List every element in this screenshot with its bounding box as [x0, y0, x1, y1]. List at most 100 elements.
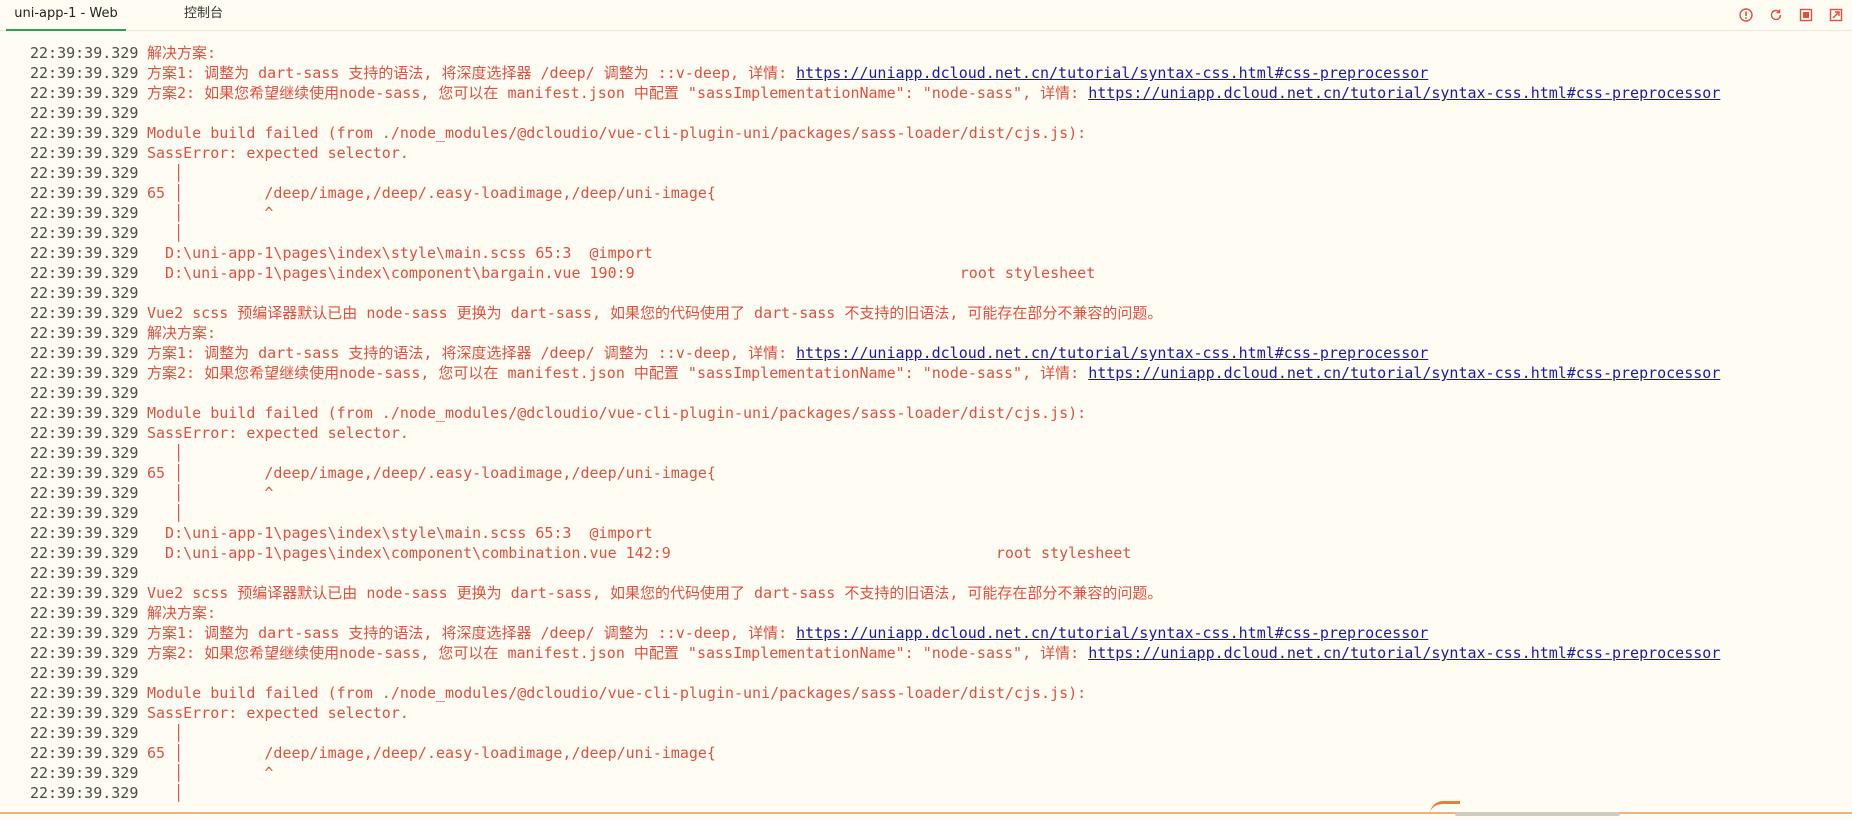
- log-timestamp: 22:39:39.329: [30, 224, 139, 242]
- log-line: 22:39:39.329 │: [0, 503, 1852, 523]
- log-message: │: [147, 163, 183, 183]
- log-line: 22:39:39.329 Vue2 scss 预编译器默认已由 node-sass…: [0, 583, 1852, 603]
- log-message: SassError: expected selector.: [147, 143, 409, 163]
- log-line: 22:39:39.329 方案2: 如果您希望继续使用node-sass, 您可以…: [0, 363, 1852, 383]
- log-line: 22:39:39.329 D:\uni-app-1\pages\index\co…: [0, 263, 1852, 283]
- horizontal-scrollbar[interactable]: [1455, 812, 1620, 816]
- log-timestamp: 22:39:39.329: [30, 44, 139, 62]
- tab-web-preview[interactable]: uni-app-1 - Web: [6, 0, 126, 31]
- log-line: 22:39:39.329 方案1: 调整为 dart-sass 支持的语法, 将深…: [0, 343, 1852, 363]
- log-message: Vue2 scss 预编译器默认已由 node-sass 更换为 dart-sa…: [147, 303, 1162, 323]
- log-line: 22:39:39.329 Module build failed (from ./…: [0, 403, 1852, 423]
- log-message: │: [147, 503, 183, 523]
- log-line: 22:39:39.329 65 │ /deep/image,/deep/.easy…: [0, 743, 1852, 763]
- log-message: │ ^: [147, 483, 273, 503]
- log-timestamp: 22:39:39.329: [30, 604, 139, 622]
- log-message: 方案2: 如果您希望继续使用node-sass, 您可以在 manifest.j…: [147, 643, 1720, 663]
- clear-icon[interactable]: [1826, 5, 1846, 25]
- log-line: 22:39:39.329 解决方案:: [0, 43, 1852, 63]
- log-message: │: [147, 783, 183, 803]
- refresh-icon[interactable]: [1766, 5, 1786, 25]
- log-text: 方案1: 调整为 dart-sass 支持的语法, 将深度选择器 /deep/ …: [147, 624, 797, 642]
- log-text: │ ^: [147, 204, 274, 222]
- doc-link[interactable]: https://uniapp.dcloud.net.cn/tutorial/sy…: [1088, 364, 1720, 382]
- log-text: 65 │ /deep/image,/deep/.easy-loadimage,/…: [147, 184, 716, 202]
- log-text: │ ^: [147, 484, 274, 502]
- log-line: 22:39:39.329 │: [0, 723, 1852, 743]
- log-message: 方案2: 如果您希望继续使用node-sass, 您可以在 manifest.j…: [147, 83, 1720, 103]
- log-text: Vue2 scss 预编译器默认已由 node-sass 更换为 dart-sa…: [147, 304, 1163, 322]
- log-timestamp: 22:39:39.329: [30, 364, 139, 382]
- log-text: D:\uni-app-1\pages\index\style\main.scss…: [147, 524, 653, 542]
- log-timestamp: 22:39:39.329: [30, 284, 139, 302]
- tab-console[interactable]: 控制台: [170, 0, 237, 29]
- log-timestamp: 22:39:39.329: [30, 184, 139, 202]
- log-message: 方案1: 调整为 dart-sass 支持的语法, 将深度选择器 /deep/ …: [147, 623, 1428, 643]
- log-line: 22:39:39.329: [0, 383, 1852, 403]
- log-message: 解决方案:: [147, 603, 216, 623]
- log-line: 22:39:39.329: [0, 283, 1852, 303]
- log-text: D:\uni-app-1\pages\index\component\barga…: [147, 264, 1096, 282]
- log-text: 65 │ /deep/image,/deep/.easy-loadimage,/…: [147, 744, 716, 762]
- log-text: 方案2: 如果您希望继续使用node-sass, 您可以在 manifest.j…: [147, 644, 1089, 662]
- log-timestamp: 22:39:39.329: [30, 204, 139, 222]
- doc-link[interactable]: https://uniapp.dcloud.net.cn/tutorial/sy…: [796, 624, 1428, 642]
- log-line: 22:39:39.329 D:\uni-app-1\pages\index\co…: [0, 543, 1852, 563]
- log-line: 22:39:39.329 方案1: 调整为 dart-sass 支持的语法, 将深…: [0, 623, 1852, 643]
- log-message: D:\uni-app-1\pages\index\component\barga…: [147, 263, 1095, 283]
- log-line: 22:39:39.329 Module build failed (from ./…: [0, 123, 1852, 143]
- log-line: 22:39:39.329 SassError: expected selector…: [0, 703, 1852, 723]
- log-message: Module build failed (from ./node_modules…: [147, 403, 1086, 423]
- doc-link[interactable]: https://uniapp.dcloud.net.cn/tutorial/sy…: [796, 344, 1428, 362]
- log-text: │: [147, 164, 184, 182]
- log-text: 解决方案:: [147, 44, 217, 62]
- log-text: Module build failed (from ./node_modules…: [147, 404, 1087, 422]
- warning-icon[interactable]: [1736, 5, 1756, 25]
- log-line: 22:39:39.329 方案1: 调整为 dart-sass 支持的语法, 将深…: [0, 63, 1852, 83]
- log-line: 22:39:39.329 SassError: expected selector…: [0, 143, 1852, 163]
- tab-bar: uni-app-1 - Web 控制台: [0, 0, 1852, 31]
- log-timestamp: 22:39:39.329: [30, 664, 139, 682]
- log-message: 方案1: 调整为 dart-sass 支持的语法, 将深度选择器 /deep/ …: [147, 343, 1428, 363]
- log-line: 22:39:39.329 │ ^: [0, 763, 1852, 783]
- log-text: SassError: expected selector.: [147, 424, 409, 442]
- log-timestamp: 22:39:39.329: [30, 764, 139, 782]
- doc-link[interactable]: https://uniapp.dcloud.net.cn/tutorial/sy…: [1088, 644, 1720, 662]
- stop-icon[interactable]: [1796, 5, 1816, 25]
- log-timestamp: 22:39:39.329: [30, 144, 139, 162]
- log-message: 解决方案:: [147, 323, 216, 343]
- log-message: Module build failed (from ./node_modules…: [147, 123, 1086, 143]
- log-message: Vue2 scss 预编译器默认已由 node-sass 更换为 dart-sa…: [147, 583, 1162, 603]
- log-timestamp: 22:39:39.329: [30, 64, 139, 82]
- log-line: 22:39:39.329 │: [0, 163, 1852, 183]
- doc-link[interactable]: https://uniapp.dcloud.net.cn/tutorial/sy…: [1088, 84, 1720, 102]
- log-timestamp: 22:39:39.329: [30, 724, 139, 742]
- log-timestamp: 22:39:39.329: [30, 564, 139, 582]
- log-timestamp: 22:39:39.329: [30, 444, 139, 462]
- log-text: Module build failed (from ./node_modules…: [147, 684, 1087, 702]
- log-timestamp: 22:39:39.329: [30, 464, 139, 482]
- log-line: 22:39:39.329 D:\uni-app-1\pages\index\st…: [0, 243, 1852, 263]
- log-timestamp: 22:39:39.329: [30, 644, 139, 662]
- log-line: 22:39:39.329 │ ^: [0, 203, 1852, 223]
- log-timestamp: 22:39:39.329: [30, 324, 139, 342]
- log-timestamp: 22:39:39.329: [30, 484, 139, 502]
- log-message: 65 │ /deep/image,/deep/.easy-loadimage,/…: [147, 183, 716, 203]
- log-timestamp: 22:39:39.329: [30, 784, 139, 802]
- log-text: 方案2: 如果您希望继续使用node-sass, 您可以在 manifest.j…: [147, 84, 1089, 102]
- log-text: Vue2 scss 预编译器默认已由 node-sass 更换为 dart-sa…: [147, 584, 1163, 602]
- doc-link[interactable]: https://uniapp.dcloud.net.cn/tutorial/sy…: [796, 64, 1428, 82]
- log-line: 22:39:39.329 │ ^: [0, 483, 1852, 503]
- log-text: 方案2: 如果您希望继续使用node-sass, 您可以在 manifest.j…: [147, 364, 1089, 382]
- log-timestamp: 22:39:39.329: [30, 344, 139, 362]
- log-line: 22:39:39.329 │: [0, 783, 1852, 803]
- log-message: 解决方案:: [147, 43, 216, 63]
- log-timestamp: 22:39:39.329: [30, 584, 139, 602]
- log-text: Module build failed (from ./node_modules…: [147, 124, 1087, 142]
- log-timestamp: 22:39:39.329: [30, 124, 139, 142]
- log-message: 方案2: 如果您希望继续使用node-sass, 您可以在 manifest.j…: [147, 363, 1720, 383]
- log-line: 22:39:39.329 65 │ /deep/image,/deep/.easy…: [0, 463, 1852, 483]
- log-message: │ ^: [147, 203, 273, 223]
- log-message: 方案1: 调整为 dart-sass 支持的语法, 将深度选择器 /deep/ …: [147, 63, 1428, 83]
- log-line: 22:39:39.329 D:\uni-app-1\pages\index\st…: [0, 523, 1852, 543]
